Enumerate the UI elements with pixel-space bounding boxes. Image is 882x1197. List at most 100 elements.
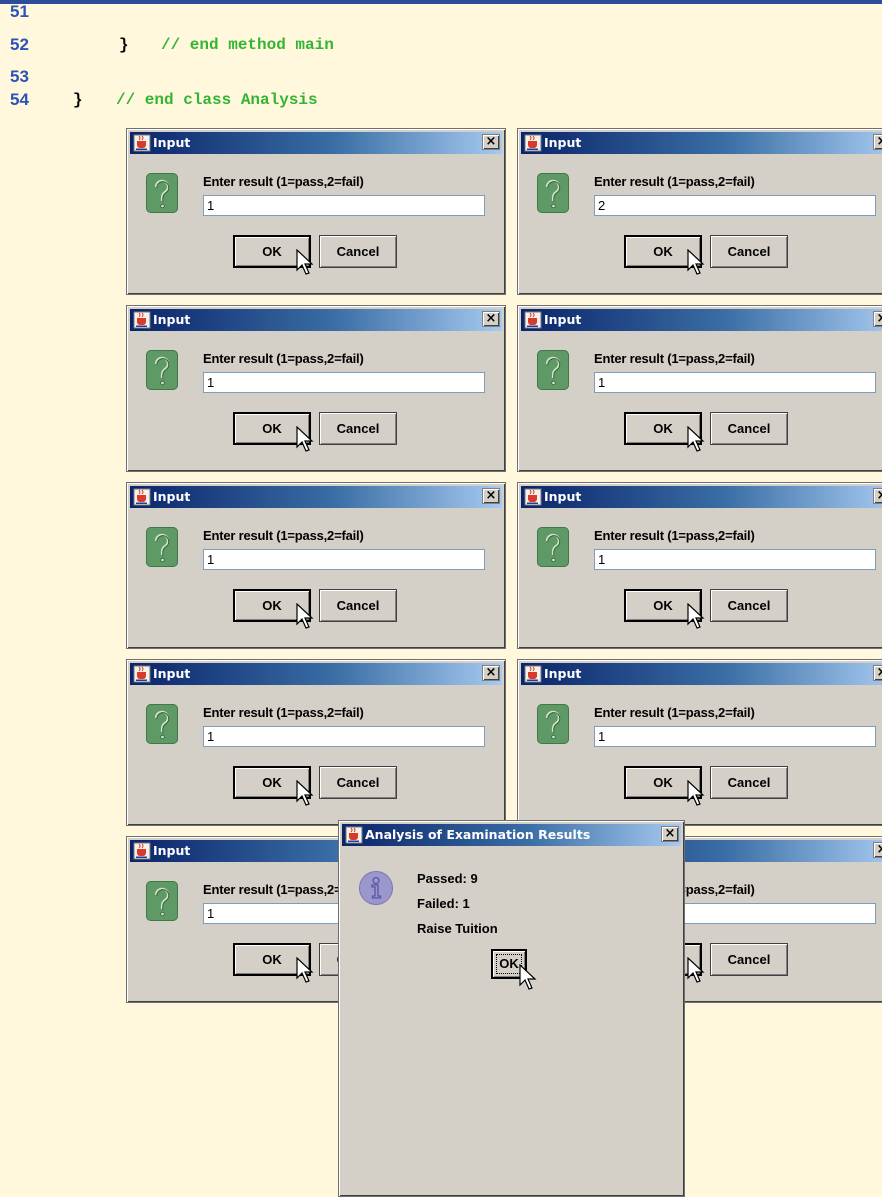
input-dialog: Input × Enter result (1=pass,2=fail) 1 O… <box>517 659 882 826</box>
cancel-button[interactable]: Cancel <box>319 412 397 445</box>
close-button[interactable]: × <box>873 842 882 858</box>
dialog-title: Input <box>153 489 191 504</box>
mouse-pointer-icon <box>296 249 314 275</box>
result-input[interactable]: 1 <box>203 726 485 747</box>
question-icon <box>146 173 178 213</box>
java-cup-icon <box>524 134 542 152</box>
dialog-titlebar[interactable]: Input × <box>521 132 882 154</box>
java-cup-icon <box>133 311 151 329</box>
dialog-titlebar[interactable]: Input × <box>521 663 882 685</box>
cancel-button[interactable]: Cancel <box>710 412 788 445</box>
result-input[interactable]: 1 <box>203 372 485 393</box>
ok-button-label: OK <box>262 421 282 436</box>
mouse-pointer-icon <box>296 603 314 629</box>
cancel-button-label: Cancel <box>336 775 380 790</box>
mouse-pointer-icon <box>519 964 537 990</box>
close-icon: × <box>485 488 497 503</box>
java-cup-icon <box>133 488 151 506</box>
close-icon: × <box>877 842 882 857</box>
question-icon <box>146 527 178 567</box>
dialog-titlebar[interactable]: Input × <box>130 486 502 508</box>
input-dialog: Input × Enter result (1=pass,2=fail) 1 O… <box>126 659 506 826</box>
result-input[interactable]: 1 <box>594 372 876 393</box>
cancel-button-label: Cancel <box>336 421 380 436</box>
input-dialog: Input × Enter result (1=pass,2=fail) 1 O… <box>517 482 882 649</box>
dialog-title: Input <box>544 135 582 150</box>
java-cup-icon <box>133 134 151 152</box>
dialog-titlebar[interactable]: Input × <box>130 309 502 331</box>
result-input[interactable]: 1 <box>594 549 876 570</box>
passed-count: Passed: 9 <box>417 871 478 886</box>
line-number: 54 <box>10 90 29 109</box>
code-comment: // end class Analysis <box>116 91 318 109</box>
dialog-titlebar[interactable]: Input × <box>130 663 502 685</box>
cancel-button-label: Cancel <box>727 598 771 613</box>
cancel-button[interactable]: Cancel <box>319 766 397 799</box>
close-icon: × <box>877 311 882 326</box>
mouse-pointer-icon <box>687 249 705 275</box>
close-button[interactable]: × <box>873 665 882 681</box>
cancel-button[interactable]: Cancel <box>710 235 788 268</box>
question-icon <box>146 704 178 744</box>
cancel-button[interactable]: Cancel <box>319 589 397 622</box>
close-button[interactable]: × <box>873 311 882 327</box>
closing-brace: } <box>73 91 83 109</box>
java-cup-icon <box>524 311 542 329</box>
prompt-label: Enter result (1=pass,2=fail) <box>203 705 364 720</box>
cancel-button[interactable]: Cancel <box>710 589 788 622</box>
question-icon <box>537 173 569 213</box>
tuition-message: Raise Tuition <box>417 921 498 936</box>
dialog-title: Input <box>153 312 191 327</box>
close-icon: × <box>877 665 882 680</box>
prompt-label: Enter result (1=pass,2=fail) <box>203 174 364 189</box>
question-icon <box>537 527 569 567</box>
mouse-pointer-icon <box>687 957 705 983</box>
dialog-titlebar[interactable]: Analysis of Examination Results × <box>342 824 681 846</box>
dialog-titlebar[interactable]: Input × <box>521 309 882 331</box>
dialog-title: Analysis of Examination Results <box>365 827 591 842</box>
close-button[interactable]: × <box>482 134 500 150</box>
prompt-label: Enter result (1=pass,2=fail) <box>594 528 755 543</box>
dialog-title: Input <box>153 666 191 681</box>
cancel-button-label: Cancel <box>336 244 380 259</box>
ok-button-label: OK <box>653 244 673 259</box>
close-button[interactable]: × <box>482 311 500 327</box>
question-icon <box>146 881 178 921</box>
ok-button-label: OK <box>262 598 282 613</box>
result-input[interactable]: 1 <box>594 726 876 747</box>
closing-brace: } <box>119 36 129 54</box>
input-dialog: Input × Enter result (1=pass,2=fail) 2 O… <box>517 128 882 295</box>
information-icon <box>359 871 393 905</box>
close-button[interactable]: × <box>661 826 679 842</box>
close-icon: × <box>485 665 497 680</box>
result-input[interactable]: 1 <box>203 195 485 216</box>
mouse-pointer-icon <box>687 603 705 629</box>
cancel-button-label: Cancel <box>336 598 380 613</box>
close-button[interactable]: × <box>873 134 882 150</box>
cancel-button[interactable]: Cancel <box>319 235 397 268</box>
dialog-title: Input <box>153 135 191 150</box>
close-icon: × <box>877 134 882 149</box>
ok-button-label: OK <box>262 952 282 967</box>
ok-button-label: OK <box>653 598 673 613</box>
java-cup-icon <box>345 826 363 844</box>
dialog-titlebar[interactable]: Input × <box>521 486 882 508</box>
cancel-button[interactable]: Cancel <box>710 943 788 976</box>
dialog-titlebar[interactable]: Input × <box>130 132 502 154</box>
input-dialog: Input × Enter result (1=pass,2=fail) 1 O… <box>126 305 506 472</box>
dialog-title: Input <box>153 843 191 858</box>
failed-count: Failed: 1 <box>417 896 470 911</box>
cancel-button-label: Cancel <box>727 244 771 259</box>
close-button[interactable]: × <box>873 488 882 504</box>
dialog-title: Input <box>544 312 582 327</box>
mouse-pointer-icon <box>687 426 705 452</box>
input-dialog: Input × Enter result (1=pass,2=fail) 1 O… <box>126 482 506 649</box>
close-icon: × <box>485 311 497 326</box>
line-number: 53 <box>10 67 29 86</box>
close-button[interactable]: × <box>482 488 500 504</box>
result-input[interactable]: 1 <box>203 549 485 570</box>
question-icon <box>537 704 569 744</box>
result-input[interactable]: 2 <box>594 195 876 216</box>
close-button[interactable]: × <box>482 665 500 681</box>
cancel-button[interactable]: Cancel <box>710 766 788 799</box>
